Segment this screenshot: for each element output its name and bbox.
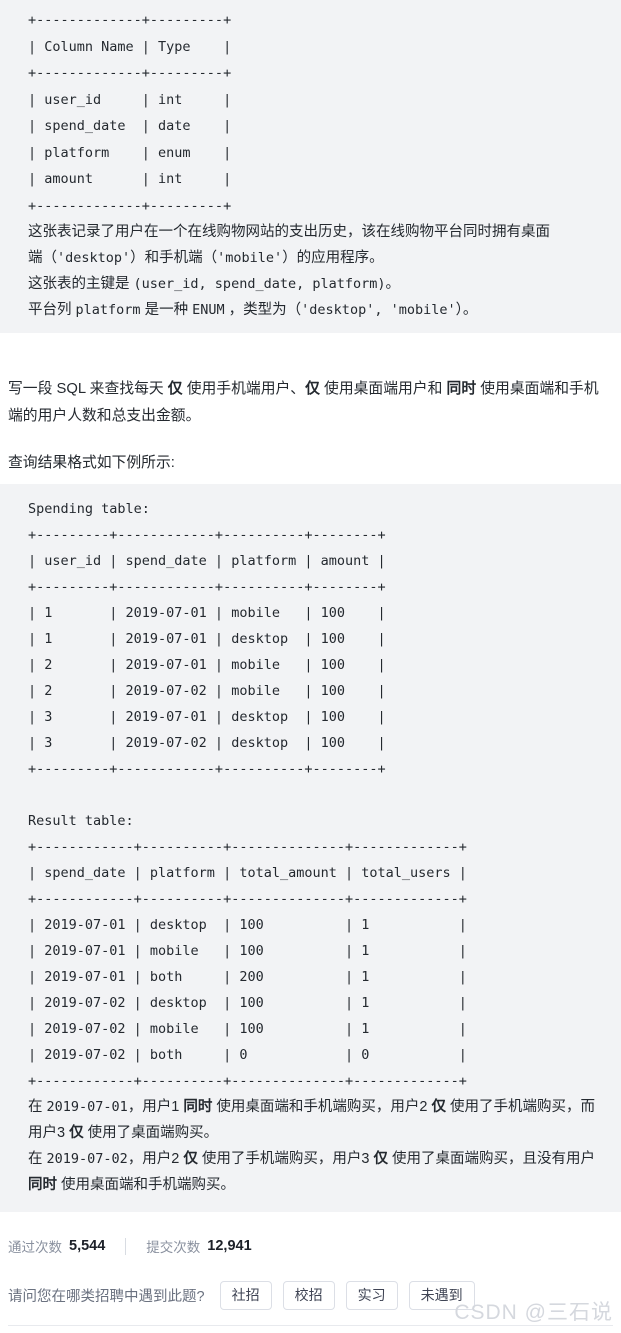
expl2-text-d: 使用了桌面端购买，且没有用户	[388, 1151, 596, 1167]
problem-prompt: 写一段 SQL 来查找每天 仅 使用手机端用户、仅 使用桌面端用户和 同时 使用…	[0, 376, 621, 477]
prompt-emphasis-only-mobile: 仅	[167, 381, 183, 397]
schema-desc-text-4a: 平台列	[28, 302, 76, 318]
poll-option-internship[interactable]: 实习	[345, 1281, 398, 1310]
expl2-emphasis-only-2: 仅	[373, 1151, 389, 1167]
schema-desc-text-4b: 是一种	[140, 302, 193, 318]
stats-divider	[125, 1237, 127, 1255]
expl2-date: 2019-07-02	[46, 1151, 128, 1167]
expl2-text-a: 在	[28, 1151, 47, 1167]
schema-desc-code-enum-values: 'desktop', 'mobile'	[301, 302, 456, 318]
prompt-text-b: 使用手机端用户、	[182, 381, 306, 397]
result-table-ascii: +------------+----------+--------------+…	[28, 839, 467, 1089]
prompt-emphasis-both: 同时	[446, 381, 477, 397]
expl1-emphasis-only-1: 仅	[431, 1099, 447, 1115]
bottom-divider	[8, 1325, 613, 1326]
prompt-paragraph: 写一段 SQL 来查找每天 仅 使用手机端用户、仅 使用桌面端用户和 同时 使用…	[8, 376, 613, 430]
expl1-text-b: ，用户1	[127, 1099, 184, 1115]
expl2-emphasis-both: 同时	[28, 1177, 57, 1193]
spending-table-title: Spending table:	[28, 501, 150, 517]
expl1-text-a: 在	[28, 1099, 47, 1115]
schema-desc-line-2: 端（'desktop'）和手机端（'mobile'）的应用程序。	[28, 245, 607, 271]
schema-desc-text-3b: 。	[385, 276, 401, 292]
schema-desc-text-4c: ，类型为（	[224, 302, 302, 318]
submit-count-value: 12,941	[207, 1238, 252, 1254]
example-code-block: Spending table: +---------+------------+…	[0, 484, 621, 1212]
schema-description: 这张表记录了用户在一个在线购物网站的支出历史，该在线购物平台同时拥有桌面 端（'…	[0, 219, 621, 323]
schema-desc-text-3a: 这张表的主键是	[28, 276, 134, 292]
problem-stats: 通过次数 5,544 提交次数 12,941	[8, 1236, 252, 1256]
schema-desc-line-3: 这张表的主键是 (user_id, spend_date, platform)。	[28, 271, 607, 297]
expl1-emphasis-both: 同时	[183, 1099, 213, 1115]
schema-desc-code-primary-key: (user_id, spend_date, platform)	[133, 276, 386, 292]
pass-count-value: 5,544	[69, 1238, 106, 1254]
poll-option-campus-recruitment[interactable]: 校招	[282, 1281, 335, 1310]
schema-desc-text-2b: ）和手机端（	[130, 250, 218, 266]
prompt-text-c: 使用桌面端用户和	[319, 381, 447, 397]
explanation-line-2: 在 2019-07-02，用户2 仅 使用了手机端购买，用户3 仅 使用了桌面端…	[28, 1146, 607, 1198]
expl1-date: 2019-07-01	[46, 1099, 128, 1115]
recruitment-poll: 请问您在哪类招聘中遇到此题? 社招 校招 实习 未遇到	[8, 1281, 486, 1310]
csdn-watermark: CSDN @三石说	[454, 1301, 613, 1324]
expl1-text-e: 使用了桌面端购买。	[83, 1125, 219, 1141]
schema-desc-text-1: 这张表记录了用户在一个在线购物网站的支出历史，该在线购物平台同时拥有桌面	[28, 224, 550, 240]
schema-desc-code-platform: platform	[75, 302, 141, 318]
prompt-format-note: 查询结果格式如下例所示:	[8, 455, 175, 471]
explanation-line-1: 在 2019-07-01，用户1 同时 使用桌面端和手机端购买，用户2 仅 使用…	[28, 1094, 607, 1146]
submit-count-label: 提交次数	[146, 1240, 201, 1255]
schema-ascii-table: +-------------+---------+ | Column Name …	[28, 12, 232, 214]
spending-table-ascii: +---------+------------+----------+-----…	[28, 527, 386, 777]
expl1-text-c: 使用桌面端和手机端购买，用户2	[212, 1099, 432, 1115]
schema-desc-line-1: 这张表记录了用户在一个在线购物网站的支出历史，该在线购物平台同时拥有桌面	[28, 219, 607, 245]
poll-option-social-recruitment[interactable]: 社招	[219, 1281, 272, 1310]
prompt-emphasis-only-desktop: 仅	[305, 381, 320, 397]
example-blank-line	[0, 782, 621, 808]
expl2-emphasis-only-1: 仅	[183, 1151, 198, 1167]
schema-desc-line-4: 平台列 platform 是一种 ENUM ，类型为（'desktop', 'm…	[28, 297, 607, 323]
expl2-text-c: 使用了手机端购买，用户3	[197, 1151, 374, 1167]
schema-desc-text-4d: ）。	[455, 302, 478, 318]
expl2-text-e: 使用桌面端和手机端购买。	[57, 1177, 236, 1193]
schema-desc-code-mobile: 'mobile'	[217, 250, 283, 266]
expl2-text-b: ，用户2	[127, 1151, 184, 1167]
schema-desc-text-2a: 端（	[28, 250, 57, 266]
schema-desc-code-desktop: 'desktop'	[57, 250, 131, 266]
schema-desc-text-2c: ）的应用程序。	[282, 250, 384, 266]
pass-count-label: 通过次数	[8, 1240, 62, 1255]
result-table-title: Result table:	[28, 813, 134, 829]
example-explanation: 在 2019-07-01，用户1 同时 使用桌面端和手机端购买，用户2 仅 使用…	[0, 1094, 621, 1198]
schema-code-block: +-------------+---------+ | Column Name …	[0, 0, 621, 333]
prompt-text-a: 写一段 SQL 来查找每天	[8, 381, 168, 397]
expl1-emphasis-only-2: 仅	[69, 1125, 84, 1141]
schema-desc-code-enum: ENUM	[192, 302, 225, 318]
poll-question: 请问您在哪类招聘中遇到此题?	[8, 1289, 205, 1305]
